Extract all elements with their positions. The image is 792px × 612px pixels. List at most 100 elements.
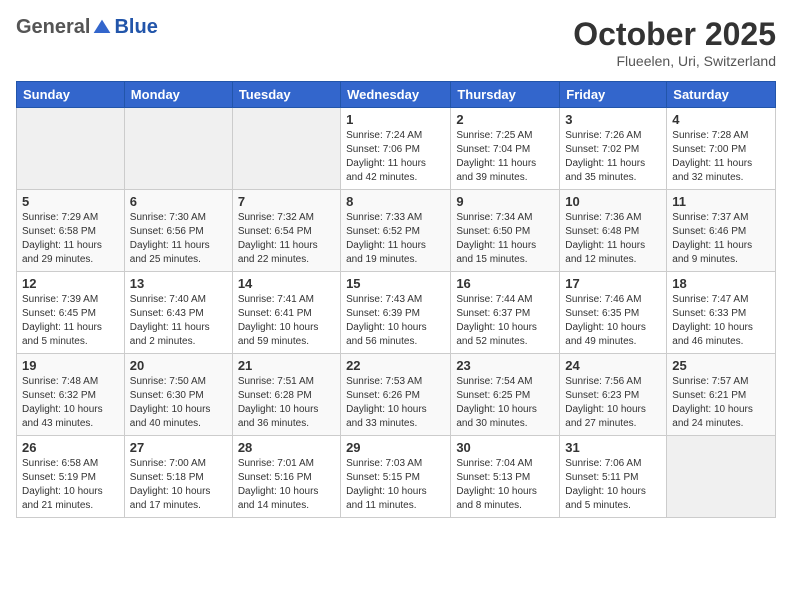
day-info: Sunrise: 7:30 AM Sunset: 6:56 PM Dayligh…: [130, 211, 227, 267]
day-number: 5: [22, 194, 119, 209]
day-number: 17: [565, 276, 661, 291]
weekday-header-thursday: Thursday: [451, 82, 560, 108]
month-title: October 2025: [573, 16, 776, 53]
table-row: [232, 108, 340, 190]
table-row: 26 Sunrise: 6:58 AM Sunset: 5:19 PM Dayli…: [17, 436, 125, 518]
table-row: 14 Sunrise: 7:41 AM Sunset: 6:41 PM Dayli…: [232, 272, 340, 354]
day-number: 25: [672, 358, 770, 373]
weekday-header-wednesday: Wednesday: [341, 82, 451, 108]
day-number: 26: [22, 440, 119, 455]
day-number: 21: [238, 358, 335, 373]
day-info: Sunrise: 7:28 AM Sunset: 7:00 PM Dayligh…: [672, 129, 770, 185]
table-row: 15 Sunrise: 7:43 AM Sunset: 6:39 PM Dayli…: [341, 272, 451, 354]
day-info: Sunrise: 7:54 AM Sunset: 6:25 PM Dayligh…: [456, 375, 554, 431]
table-row: 21 Sunrise: 7:51 AM Sunset: 6:28 PM Dayli…: [232, 354, 340, 436]
calendar-table: SundayMondayTuesdayWednesdayThursdayFrid…: [16, 81, 776, 518]
day-info: Sunrise: 7:56 AM Sunset: 6:23 PM Dayligh…: [565, 375, 661, 431]
page-header: General Blue October 2025 Flueelen, Uri,…: [16, 16, 776, 69]
day-number: 22: [346, 358, 445, 373]
day-number: 16: [456, 276, 554, 291]
day-info: Sunrise: 7:46 AM Sunset: 6:35 PM Dayligh…: [565, 293, 661, 349]
day-number: 6: [130, 194, 227, 209]
table-row: 8 Sunrise: 7:33 AM Sunset: 6:52 PM Daylig…: [341, 190, 451, 272]
day-number: 15: [346, 276, 445, 291]
day-info: Sunrise: 7:47 AM Sunset: 6:33 PM Dayligh…: [672, 293, 770, 349]
table-row: 9Sunrise: 7:34 AM Sunset: 6:50 PM Daylig…: [451, 190, 560, 272]
logo-general-text: General: [16, 16, 90, 39]
logo: General Blue: [16, 16, 158, 39]
table-row: 2Sunrise: 7:25 AM Sunset: 7:04 PM Daylig…: [451, 108, 560, 190]
day-number: 12: [22, 276, 119, 291]
day-number: 28: [238, 440, 335, 455]
table-row: [667, 436, 776, 518]
weekday-header-row: SundayMondayTuesdayWednesdayThursdayFrid…: [17, 82, 776, 108]
table-row: 29Sunrise: 7:03 AM Sunset: 5:15 PM Dayli…: [341, 436, 451, 518]
table-row: 28 Sunrise: 7:01 AM Sunset: 5:16 PM Dayli…: [232, 436, 340, 518]
table-row: 3 Sunrise: 7:26 AM Sunset: 7:02 PM Daylig…: [560, 108, 667, 190]
table-row: 12 Sunrise: 7:39 AM Sunset: 6:45 PM Dayli…: [17, 272, 125, 354]
weekday-header-saturday: Saturday: [667, 82, 776, 108]
day-number: 27: [130, 440, 227, 455]
table-row: 5Sunrise: 7:29 AM Sunset: 6:58 PM Daylig…: [17, 190, 125, 272]
weekday-header-monday: Monday: [124, 82, 232, 108]
day-number: 29: [346, 440, 445, 455]
table-row: 19Sunrise: 7:48 AM Sunset: 6:32 PM Dayli…: [17, 354, 125, 436]
weekday-header-tuesday: Tuesday: [232, 82, 340, 108]
day-info: Sunrise: 7:33 AM Sunset: 6:52 PM Dayligh…: [346, 211, 445, 267]
day-number: 8: [346, 194, 445, 209]
table-row: 30 Sunrise: 7:04 AM Sunset: 5:13 PM Dayli…: [451, 436, 560, 518]
day-number: 24: [565, 358, 661, 373]
table-row: 7Sunrise: 7:32 AM Sunset: 6:54 PM Daylig…: [232, 190, 340, 272]
day-info: Sunrise: 7:41 AM Sunset: 6:41 PM Dayligh…: [238, 293, 335, 349]
day-number: 9: [456, 194, 554, 209]
table-row: 11 Sunrise: 7:37 AM Sunset: 6:46 PM Dayli…: [667, 190, 776, 272]
day-info: Sunrise: 7:50 AM Sunset: 6:30 PM Dayligh…: [130, 375, 227, 431]
day-number: 4: [672, 112, 770, 127]
day-number: 3: [565, 112, 661, 127]
calendar-week-row: 1Sunrise: 7:24 AM Sunset: 7:06 PM Daylig…: [17, 108, 776, 190]
table-row: 24 Sunrise: 7:56 AM Sunset: 6:23 PM Dayli…: [560, 354, 667, 436]
day-info: Sunrise: 7:04 AM Sunset: 5:13 PM Dayligh…: [456, 457, 554, 513]
day-number: 13: [130, 276, 227, 291]
table-row: 4 Sunrise: 7:28 AM Sunset: 7:00 PM Daylig…: [667, 108, 776, 190]
day-info: Sunrise: 7:53 AM Sunset: 6:26 PM Dayligh…: [346, 375, 445, 431]
day-info: Sunrise: 7:32 AM Sunset: 6:54 PM Dayligh…: [238, 211, 335, 267]
table-row: [124, 108, 232, 190]
day-number: 11: [672, 194, 770, 209]
table-row: 23 Sunrise: 7:54 AM Sunset: 6:25 PM Dayli…: [451, 354, 560, 436]
day-info: Sunrise: 7:43 AM Sunset: 6:39 PM Dayligh…: [346, 293, 445, 349]
logo-blue-text: Blue: [114, 16, 157, 39]
title-block: October 2025 Flueelen, Uri, Switzerland: [573, 16, 776, 69]
weekday-header-sunday: Sunday: [17, 82, 125, 108]
day-info: Sunrise: 7:26 AM Sunset: 7:02 PM Dayligh…: [565, 129, 661, 185]
day-number: 2: [456, 112, 554, 127]
day-info: Sunrise: 7:24 AM Sunset: 7:06 PM Dayligh…: [346, 129, 445, 185]
day-info: Sunrise: 7:40 AM Sunset: 6:43 PM Dayligh…: [130, 293, 227, 349]
day-number: 14: [238, 276, 335, 291]
table-row: 1Sunrise: 7:24 AM Sunset: 7:06 PM Daylig…: [341, 108, 451, 190]
day-number: 10: [565, 194, 661, 209]
day-info: Sunrise: 7:51 AM Sunset: 6:28 PM Dayligh…: [238, 375, 335, 431]
day-info: Sunrise: 7:48 AM Sunset: 6:32 PM Dayligh…: [22, 375, 119, 431]
day-number: 23: [456, 358, 554, 373]
day-info: Sunrise: 7:57 AM Sunset: 6:21 PM Dayligh…: [672, 375, 770, 431]
day-info: Sunrise: 7:39 AM Sunset: 6:45 PM Dayligh…: [22, 293, 119, 349]
table-row: 18Sunrise: 7:47 AM Sunset: 6:33 PM Dayli…: [667, 272, 776, 354]
table-row: 16Sunrise: 7:44 AM Sunset: 6:37 PM Dayli…: [451, 272, 560, 354]
table-row: 20Sunrise: 7:50 AM Sunset: 6:30 PM Dayli…: [124, 354, 232, 436]
calendar-week-row: 19Sunrise: 7:48 AM Sunset: 6:32 PM Dayli…: [17, 354, 776, 436]
day-info: Sunrise: 7:37 AM Sunset: 6:46 PM Dayligh…: [672, 211, 770, 267]
table-row: 22 Sunrise: 7:53 AM Sunset: 6:26 PM Dayli…: [341, 354, 451, 436]
table-row: [17, 108, 125, 190]
day-info: Sunrise: 7:06 AM Sunset: 5:11 PM Dayligh…: [565, 457, 661, 513]
weekday-header-friday: Friday: [560, 82, 667, 108]
day-info: Sunrise: 7:01 AM Sunset: 5:16 PM Dayligh…: [238, 457, 335, 513]
calendar-week-row: 12 Sunrise: 7:39 AM Sunset: 6:45 PM Dayli…: [17, 272, 776, 354]
logo-icon: [92, 18, 112, 38]
day-number: 30: [456, 440, 554, 455]
table-row: 13 Sunrise: 7:40 AM Sunset: 6:43 PM Dayli…: [124, 272, 232, 354]
table-row: 31Sunrise: 7:06 AM Sunset: 5:11 PM Dayli…: [560, 436, 667, 518]
day-info: Sunrise: 6:58 AM Sunset: 5:19 PM Dayligh…: [22, 457, 119, 513]
location-text: Flueelen, Uri, Switzerland: [573, 53, 776, 69]
calendar-week-row: 26 Sunrise: 6:58 AM Sunset: 5:19 PM Dayli…: [17, 436, 776, 518]
